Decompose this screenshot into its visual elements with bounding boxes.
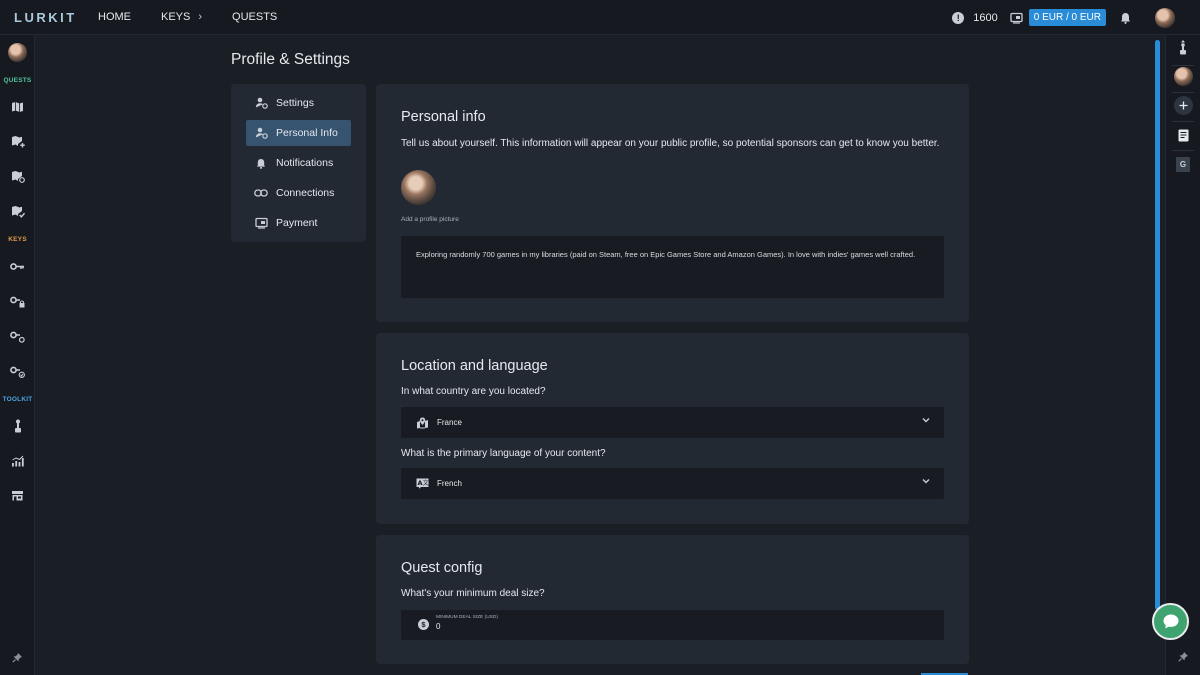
analytics-icon[interactable] [9,452,26,469]
user-avatar[interactable] [1174,67,1193,86]
deal-size-question: What's your minimum deal size? [401,588,545,599]
user-gear-icon [254,127,268,139]
location-card: Location and language In what country ar… [376,333,969,524]
min-deal-size-input[interactable]: $ MINIMUM DEAL SIZE (USD) 0 [401,610,944,640]
settings-nav-notifications[interactable]: Notifications [246,150,351,176]
translate-icon: A文 [416,478,430,489]
payment-icon [254,217,268,229]
section-toolkit-label: TOOLKIT [2,396,33,403]
nav-keys[interactable]: KEYS › [161,11,202,23]
chevron-right-icon: › [198,11,203,23]
pin-icon[interactable] [9,649,26,666]
user-avatar[interactable] [1155,7,1175,28]
section-quests-label: QUESTS [3,77,32,84]
location-title: Location and language [401,358,548,374]
settings-nav-settings[interactable]: Settings [246,90,351,116]
pin-icon[interactable] [1178,651,1189,662]
section-keys-label: KEYS [8,236,27,243]
divider [1172,65,1194,66]
min-deal-size-label: MINIMUM DEAL SIZE (USD) [436,615,498,620]
min-deal-size-value: 0 [436,622,441,631]
map-pin-icon [416,417,430,429]
chat-bubble-icon[interactable] [1152,603,1189,640]
left-sidebar: QUESTS KEYS TOOLKIT [0,35,35,675]
chevron-down-icon [922,478,930,484]
joystick-icon[interactable] [1179,40,1187,55]
top-bar: LURKIT HOME KEYS › QUESTS ! 1600 0 EUR / … [0,0,1200,35]
personal-info-description: Tell us about yourself. This information… [401,138,940,149]
wallet-icon[interactable] [1010,12,1023,24]
country-question: In what country are you located? [401,386,546,397]
store-icon[interactable] [9,487,26,504]
settings-nav-personal-info[interactable]: Personal Info [246,120,351,146]
country-select[interactable]: France [401,407,944,438]
balance-badge[interactable]: 0 EUR / 0 EUR [1028,9,1106,26]
country-value: France [437,418,462,427]
bell-icon[interactable] [1120,12,1131,24]
divider [1172,150,1194,151]
g-badge-icon[interactable]: G [1176,157,1190,172]
divider [1172,121,1194,122]
header-right: ! 1600 0 EUR / 0 EUR [952,0,1200,35]
settings-nav-label: Notifications [276,157,334,169]
key-lock-icon[interactable] [9,293,26,310]
bell-icon [254,158,268,169]
svg-text:文: 文 [423,479,429,487]
nav-keys-label: KEYS [161,11,191,23]
page-title: Profile & Settings [231,51,350,68]
document-icon[interactable] [1178,129,1189,142]
key-icon[interactable] [9,258,26,275]
language-question: What is the primary language of your con… [401,448,606,459]
chevron-down-icon [922,417,930,423]
profile-picture[interactable] [401,170,436,205]
settings-nav-label: Personal Info [276,127,338,139]
personal-info-title: Personal info [401,109,486,125]
right-sidebar: G [1165,35,1200,675]
dollar-icon: $ [418,619,429,630]
quest-map-icon[interactable] [9,98,26,115]
add-profile-picture-link[interactable]: Add a profile picture [401,216,459,223]
nav-quests[interactable]: QUESTS [232,11,277,23]
quest-config-card: Quest config What's your minimum deal si… [376,535,969,664]
quest-add-icon[interactable] [9,133,26,150]
settings-nav-label: Payment [276,217,318,229]
language-select[interactable]: A文 French [401,468,944,499]
settings-nav-label: Settings [276,97,314,109]
personal-info-card: Personal info Tell us about yourself. Th… [376,84,969,322]
top-nav: HOME KEYS › QUESTS [98,11,307,23]
user-avatar[interactable] [8,43,27,62]
language-value: French [437,479,462,488]
user-gear-icon [254,97,268,109]
bio-textarea[interactable]: Exploring randomly 700 games in my libra… [401,236,944,298]
coin-count: 1600 [973,11,998,24]
coin-icon: ! [952,11,965,24]
link-icon [254,189,268,197]
quest-check-icon[interactable] [9,203,26,220]
nav-home-label: HOME [98,11,131,23]
page-scrollbar[interactable] [1155,40,1160,610]
settings-nav-label: Connections [276,187,335,199]
logo[interactable]: LURKIT [14,10,78,25]
divider [1172,92,1194,93]
settings-nav-connections[interactable]: Connections [246,180,351,206]
quest-config-title: Quest config [401,560,483,576]
quest-refresh-icon[interactable] [9,168,26,185]
key-check-icon[interactable] [9,363,26,380]
nav-home[interactable]: HOME [98,11,131,23]
joystick-icon[interactable] [9,417,26,434]
add-icon[interactable] [1174,96,1193,115]
nav-quests-label: QUESTS [232,11,278,23]
key-refresh-icon[interactable] [9,328,26,345]
settings-nav-payment[interactable]: Payment [246,210,351,236]
settings-nav: Settings Personal Info Notifications Con… [231,84,366,242]
